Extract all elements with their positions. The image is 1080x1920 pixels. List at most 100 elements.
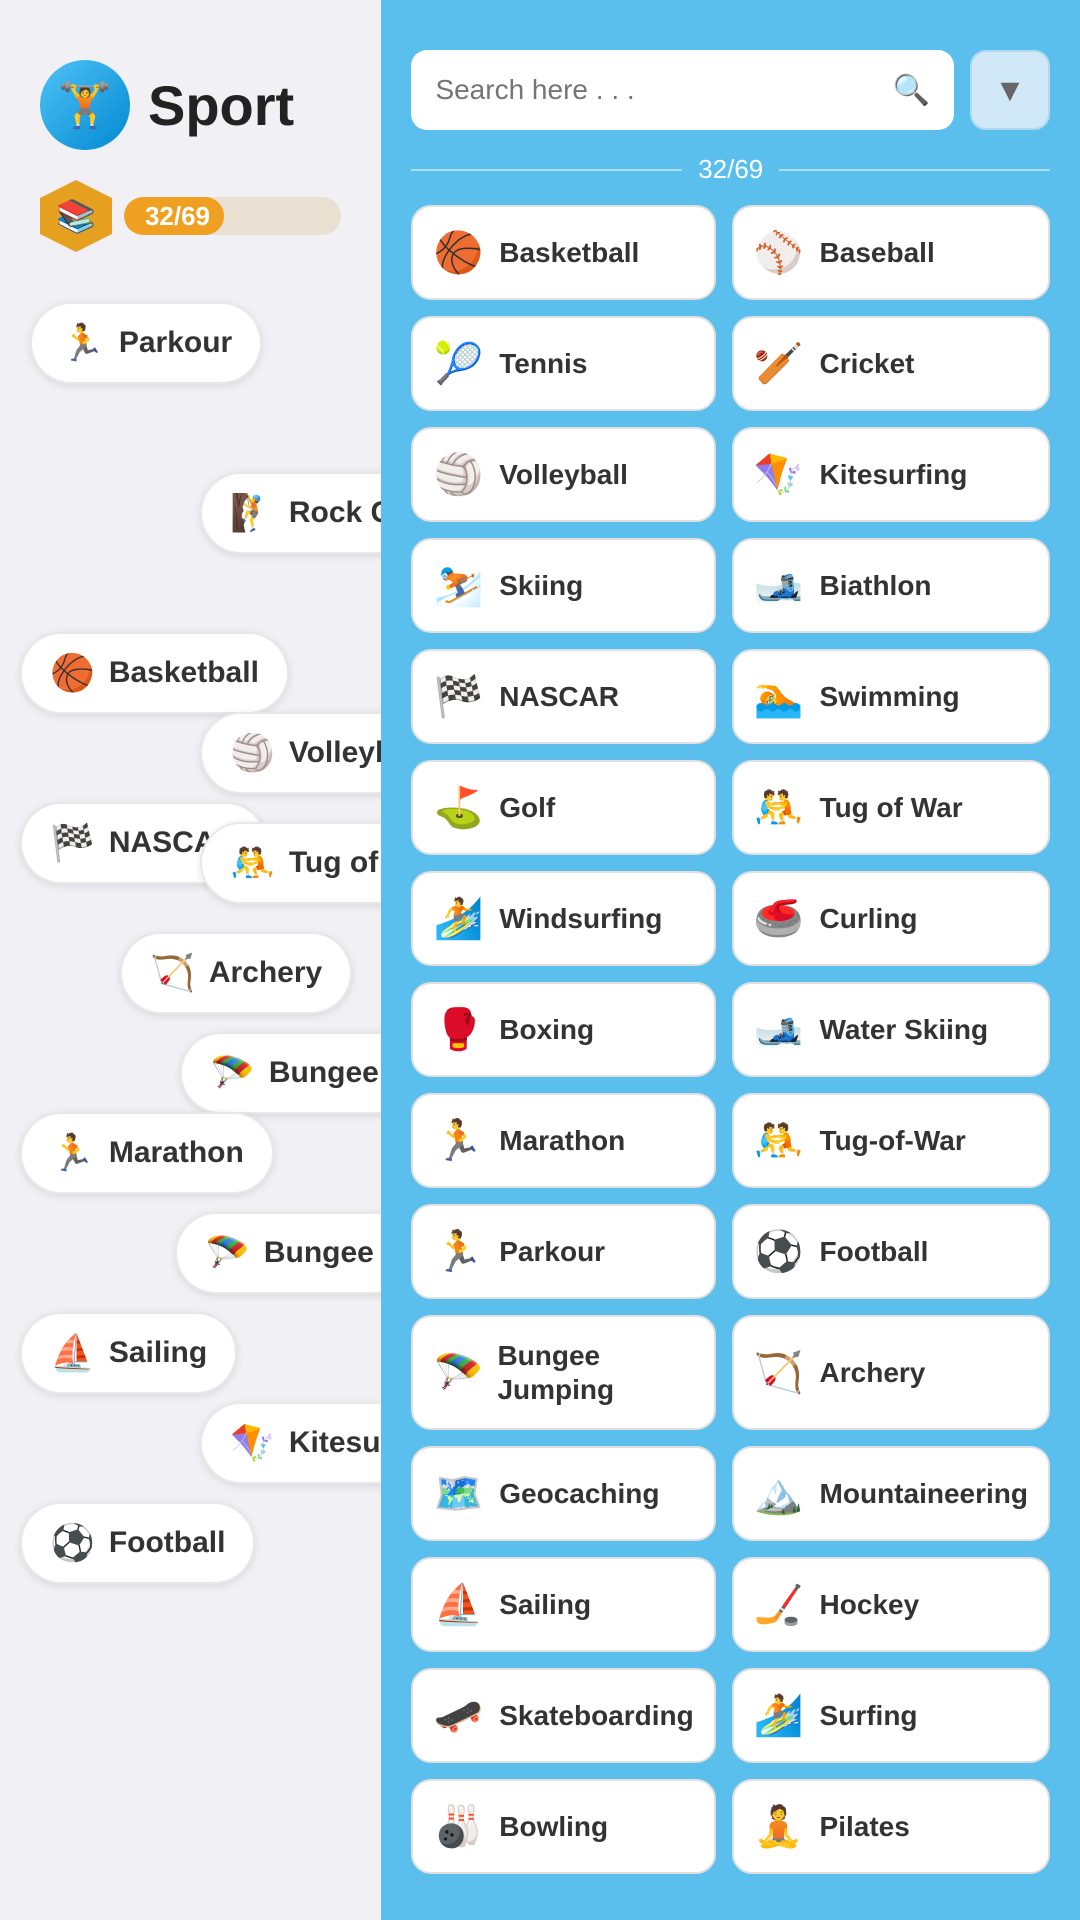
grid-item-parkour[interactable]: 🏃Parkour: [411, 1204, 715, 1299]
grid-label: Surfing: [820, 1699, 918, 1733]
grid-emoji: 🥌: [754, 895, 804, 942]
sport-emoji: 🪂: [210, 1052, 255, 1094]
grid-item-geocaching[interactable]: 🗺️Geocaching: [411, 1446, 715, 1541]
left-sport-items: 🏃Parkour 🧗Rock Climbing 🏀 Basketball 🏐Volley…: [0, 272, 381, 1920]
grid-item-basketball[interactable]: 🏀Basketball: [411, 205, 715, 300]
left-item-parkour[interactable]: 🏃Parkour: [30, 302, 262, 384]
grid-item-volleyball[interactable]: 🏐Volleyball: [411, 427, 715, 522]
grid-item-cricket[interactable]: 🏏Cricket: [732, 316, 1050, 411]
sport-label: Kitesurfing: [289, 1426, 382, 1460]
grid-item-bowling[interactable]: 🎳Bowling: [411, 1779, 715, 1874]
left-item-sailing[interactable]: ⛵Sailing: [20, 1312, 237, 1394]
grid-item-skateboarding[interactable]: 🛹Skateboarding: [411, 1668, 715, 1763]
grid-item-windsurfing[interactable]: 🏄Windsurfing: [411, 871, 715, 966]
sport-emoji: 🏃: [50, 1132, 95, 1174]
grid-emoji: ⛵: [433, 1581, 483, 1628]
grid-item-tug-of-war-2[interactable]: 🤼Tug-of-War: [732, 1093, 1050, 1188]
grid-item-boxing[interactable]: 🥊Boxing: [411, 982, 715, 1077]
grid-item-baseball[interactable]: ⚾Baseball: [732, 205, 1050, 300]
left-item-tug-of-war[interactable]: 🤼Tug of War: [200, 822, 381, 904]
grid-item-bungee-jumping[interactable]: 🪂 Bungee Jumping: [411, 1315, 715, 1430]
grid-label: Water Skiing: [820, 1013, 989, 1047]
grid-label: Sailing: [499, 1588, 591, 1622]
grid-item-nascar[interactable]: 🏁NASCAR: [411, 649, 715, 744]
grid-emoji: 🏊: [754, 673, 804, 720]
left-item-bungee-jumping-1[interactable]: 🪂 Bungee Jumping: [180, 1032, 381, 1114]
sport-emoji: 🤼: [230, 842, 275, 884]
grid-emoji: 🏒: [754, 1581, 804, 1628]
grid-item-surfing[interactable]: 🏄 Surfing: [732, 1668, 1050, 1763]
left-item-football[interactable]: ⚽Football: [20, 1502, 255, 1584]
grid-label: Hockey: [820, 1588, 920, 1622]
sport-emoji: ⛵: [50, 1332, 95, 1374]
grid-item-skiing[interactable]: ⛷️ Skiing: [411, 538, 715, 633]
grid-emoji: 🪁: [754, 451, 804, 498]
grid-item-football[interactable]: ⚽Football: [732, 1204, 1050, 1299]
grid-item-tug-of-war[interactable]: 🤼Tug of War: [732, 760, 1050, 855]
grid-label: Skiing: [499, 569, 583, 603]
app-title: Sport: [148, 73, 294, 138]
sport-emoji: 🏁: [50, 822, 95, 864]
grid-label: Archery: [820, 1356, 926, 1390]
grid-item-marathon[interactable]: 🏃Marathon: [411, 1093, 715, 1188]
sport-label: Bungee Jumping: [269, 1056, 382, 1090]
search-input-wrapper[interactable]: 🔍: [411, 50, 954, 130]
sport-emoji: 🏀: [50, 652, 95, 694]
left-item-kitesurfing[interactable]: 🪁 Kitesurfing: [200, 1402, 381, 1484]
grid-item-kitesurfing[interactable]: 🪁 Kitesurfing: [732, 427, 1050, 522]
grid-emoji: 🏄: [433, 895, 483, 942]
grid-label: Skateboarding: [499, 1699, 693, 1733]
grid-emoji: 🏏: [754, 340, 804, 387]
app-logo: 🏋️: [40, 60, 130, 150]
grid-emoji: 🎿: [754, 1006, 804, 1053]
grid-emoji: 🏁: [433, 673, 483, 720]
grid-emoji: ⛷️: [433, 562, 483, 609]
grid-item-tennis[interactable]: 🎾Tennis: [411, 316, 715, 411]
grid-item-hockey[interactable]: 🏒 Hockey: [732, 1557, 1050, 1652]
grid-emoji: 🏄: [754, 1692, 804, 1739]
sport-label: Marathon: [109, 1136, 244, 1170]
grid-emoji: 🏃: [433, 1228, 483, 1275]
grid-emoji: 🪂: [433, 1349, 481, 1396]
search-input[interactable]: [435, 74, 878, 106]
grid-emoji: ⚾: [754, 229, 804, 276]
grid-item-water-skiing[interactable]: 🎿 Water Skiing: [732, 982, 1050, 1077]
grid-item-mountaineering[interactable]: 🏔️Mountaineering: [732, 1446, 1050, 1541]
grid-item-archery[interactable]: 🏹Archery: [732, 1315, 1050, 1430]
grid-emoji: 🏔️: [754, 1470, 804, 1517]
sport-emoji: 🪁: [230, 1422, 275, 1464]
grid-emoji: ⚽: [754, 1228, 804, 1275]
left-item-rock-climbing[interactable]: 🧗Rock Climbing: [200, 472, 381, 554]
left-item-volleyball[interactable]: 🏐Volleyball: [200, 712, 381, 794]
search-bar: 🔍 ▼: [411, 50, 1050, 130]
sport-emoji: 🪂: [205, 1232, 250, 1274]
grid-item-curling[interactable]: 🥌 Curling: [732, 871, 1050, 966]
grid-label: Biathlon: [820, 569, 932, 603]
grid-emoji: 🎿: [754, 562, 804, 609]
progress-bar-fill: 32/69: [124, 197, 224, 235]
left-panel: 🏋️ Sport 📚 32/69 🏃Parkour 🧗Rock Climbing 🏀…: [0, 0, 381, 1920]
sport-label: Rock Climbing: [289, 496, 382, 530]
left-item-bungee-jumping-2[interactable]: 🪂Bungee Jumping: [175, 1212, 381, 1294]
progress-bar-background: 32/69: [124, 197, 341, 235]
filter-button[interactable]: ▼: [970, 50, 1050, 130]
grid-label: Bungee Jumping: [497, 1339, 693, 1406]
grid-label: Kitesurfing: [820, 458, 968, 492]
sport-emoji: 🏃: [60, 322, 105, 364]
grid-item-swimming[interactable]: 🏊Swimming: [732, 649, 1050, 744]
right-panel: 🔍 ▼ 32/69 🏀Basketball⚾Baseball🎾Tennis🏏Cr…: [381, 0, 1080, 1920]
sport-label: Archery: [209, 956, 322, 990]
left-item-archery[interactable]: 🏹Archery: [120, 932, 352, 1014]
grid-label: Curling: [820, 902, 918, 936]
grid-item-biathlon[interactable]: 🎿 Biathlon: [732, 538, 1050, 633]
left-item-marathon[interactable]: 🏃 Marathon: [20, 1112, 274, 1194]
grid-item-golf[interactable]: ⛳Golf: [411, 760, 715, 855]
grid-item-pilates[interactable]: 🧘Pilates: [732, 1779, 1050, 1874]
left-item-basketball[interactable]: 🏀 Basketball: [20, 632, 289, 714]
sport-label: Basketball: [109, 656, 259, 690]
grid-emoji: 🤼: [754, 1117, 804, 1164]
grid-emoji: 🤼: [754, 784, 804, 831]
sport-emoji: ⚽: [50, 1522, 95, 1564]
grid-item-sailing[interactable]: ⛵ Sailing: [411, 1557, 715, 1652]
progress-container: 📚 32/69: [40, 180, 341, 252]
